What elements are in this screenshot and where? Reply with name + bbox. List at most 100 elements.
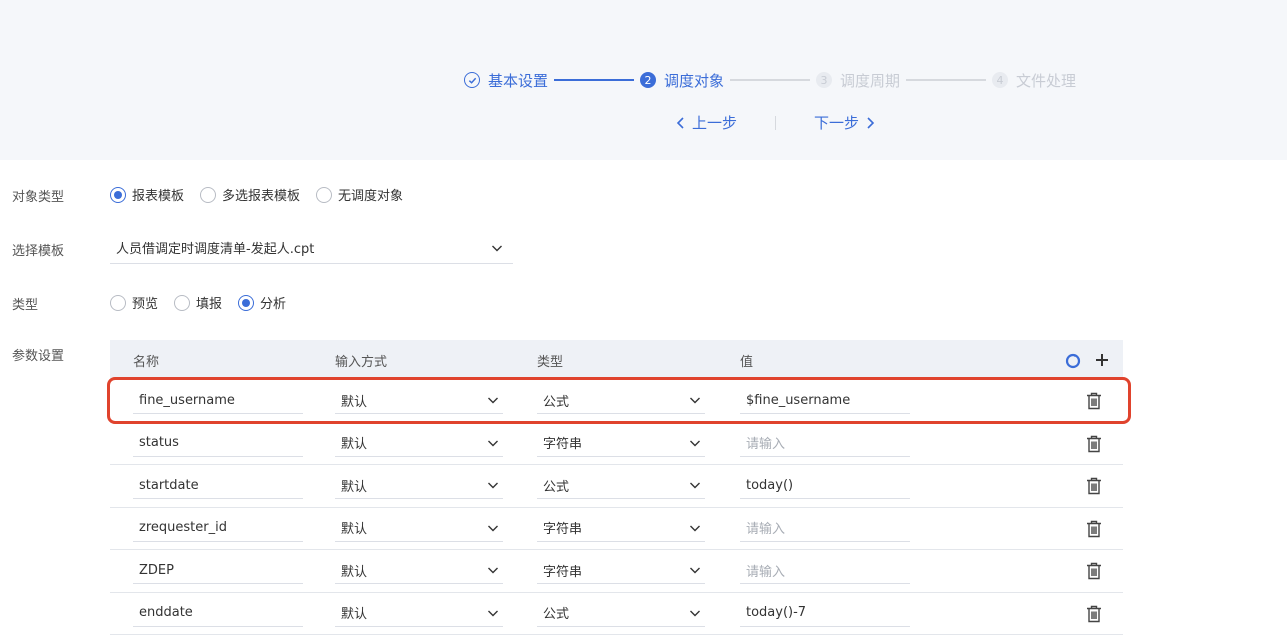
trash-icon[interactable] (1086, 435, 1102, 453)
object-type-label: 对象类型 (12, 186, 64, 205)
object-type-radio-group: 报表模板 多选报表模板 无调度对象 (110, 185, 419, 204)
type-select[interactable]: 字符串 (537, 557, 705, 584)
param-value-input[interactable]: today() (740, 472, 910, 499)
step-number: 2 (640, 72, 656, 88)
template-select[interactable]: 人员借调定时调度清单-发起人.cpt (110, 232, 513, 264)
trash-icon[interactable] (1086, 520, 1102, 538)
type-text: 字符串 (543, 518, 582, 537)
step-label: 调度对象 (664, 70, 724, 91)
radio-label: 无调度对象 (338, 185, 403, 204)
input-mode-text: 默认 (341, 476, 367, 495)
param-name-text: zrequester_id (139, 520, 227, 535)
radio-label: 报表模板 (132, 185, 184, 204)
table-row: status 默认 字符串 请输入 (110, 423, 1123, 466)
type-text: 字符串 (543, 433, 582, 452)
radio-label: 分析 (260, 293, 286, 312)
chevron-down-icon (689, 437, 701, 449)
table-row: startdate 默认 公式 today() (110, 465, 1123, 508)
trash-icon[interactable] (1086, 605, 1102, 623)
trash-icon[interactable] (1086, 562, 1102, 580)
wizard-nav: 上一步 下一步 (676, 112, 875, 133)
radio-multi-report-template[interactable]: 多选报表模板 (200, 185, 300, 204)
radio-fill[interactable]: 填报 (174, 293, 222, 312)
type-select[interactable]: 公式 (537, 472, 705, 499)
next-step-button[interactable]: 下一步 (814, 112, 875, 133)
radio-report-template[interactable]: 报表模板 (110, 185, 184, 204)
radio-label: 预览 (132, 293, 158, 312)
add-icon[interactable] (1095, 353, 1109, 367)
header-type: 类型 (537, 351, 563, 370)
radio-circle (110, 295, 126, 311)
param-name-input[interactable]: startdate (133, 472, 303, 499)
type-text: 字符串 (543, 561, 582, 580)
param-value-input[interactable]: 请输入 (740, 515, 910, 542)
refresh-icon[interactable] (1065, 353, 1081, 369)
param-name-input[interactable]: status (133, 430, 303, 457)
input-mode-text: 默认 (341, 603, 367, 622)
step-connector (730, 79, 810, 81)
params-label: 参数设置 (12, 345, 64, 364)
prev-step-button[interactable]: 上一步 (676, 112, 737, 133)
param-name-input[interactable]: enddate (133, 600, 303, 627)
chevron-down-icon (689, 607, 701, 619)
step-label: 基本设置 (488, 70, 548, 91)
input-mode-select[interactable]: 默认 (335, 472, 503, 499)
table-header: 名称 输入方式 类型 值 (110, 340, 1123, 380)
radio-circle (238, 295, 254, 311)
input-mode-select[interactable]: 默认 (335, 557, 503, 584)
prev-step-label: 上一步 (692, 112, 737, 133)
type-select[interactable]: 字符串 (537, 515, 705, 542)
step-schedule-period[interactable]: 3 调度周期 (816, 70, 900, 91)
radio-circle (316, 187, 332, 203)
header-name: 名称 (133, 351, 159, 370)
trash-icon[interactable] (1086, 477, 1102, 495)
header-value: 值 (740, 351, 753, 370)
param-value-input[interactable]: 请输入 (740, 557, 910, 584)
param-name-text: ZDEP (139, 563, 174, 578)
type-select[interactable]: 字符串 (537, 430, 705, 457)
header-input-mode: 输入方式 (335, 351, 387, 370)
param-name-input[interactable]: ZDEP (133, 557, 303, 584)
input-mode-select[interactable]: 默认 (335, 515, 503, 542)
radio-circle (174, 295, 190, 311)
param-value-text: today() (746, 478, 793, 493)
chevron-down-icon (487, 607, 499, 619)
step-label: 调度周期 (840, 70, 900, 91)
radio-preview[interactable]: 预览 (110, 293, 158, 312)
input-mode-text: 默认 (341, 518, 367, 537)
step-connector (906, 79, 986, 81)
input-mode-text: 默认 (341, 433, 367, 452)
check-icon (464, 72, 480, 88)
input-mode-select[interactable]: 默认 (335, 430, 503, 457)
template-label: 选择模板 (12, 240, 64, 259)
type-radio-group: 预览 填报 分析 (110, 293, 302, 312)
chevron-down-icon (487, 479, 499, 491)
param-name-input[interactable]: zrequester_id (133, 515, 303, 542)
type-text: 公式 (543, 476, 569, 495)
param-value-placeholder: 请输入 (746, 518, 785, 537)
step-number: 4 (992, 72, 1008, 88)
chevron-down-icon (491, 242, 503, 254)
radio-analysis[interactable]: 分析 (238, 293, 286, 312)
param-name-text: startdate (139, 478, 199, 493)
step-basic-settings[interactable]: 基本设置 (464, 70, 548, 91)
param-value-input[interactable]: today()-7 (740, 600, 910, 627)
next-step-label: 下一步 (814, 112, 859, 133)
type-select[interactable]: 公式 (537, 600, 705, 627)
step-connector (554, 79, 634, 81)
param-value-text: today()-7 (746, 605, 806, 620)
type-label: 类型 (12, 294, 38, 313)
input-mode-select[interactable]: 默认 (335, 600, 503, 627)
chevron-down-icon (487, 437, 499, 449)
radio-no-schedule-object[interactable]: 无调度对象 (316, 185, 403, 204)
step-file-processing[interactable]: 4 文件处理 (992, 70, 1076, 91)
type-text: 公式 (543, 603, 569, 622)
param-value-input[interactable]: 请输入 (740, 430, 910, 457)
step-schedule-object[interactable]: 2 调度对象 (640, 70, 724, 91)
chevron-down-icon (689, 522, 701, 534)
step-number: 3 (816, 72, 832, 88)
radio-label: 多选报表模板 (222, 185, 300, 204)
step-label: 文件处理 (1016, 70, 1076, 91)
wizard-steps: 基本设置 2 调度对象 3 调度周期 4 文件处理 (464, 68, 1076, 92)
param-value-placeholder: 请输入 (746, 433, 785, 452)
